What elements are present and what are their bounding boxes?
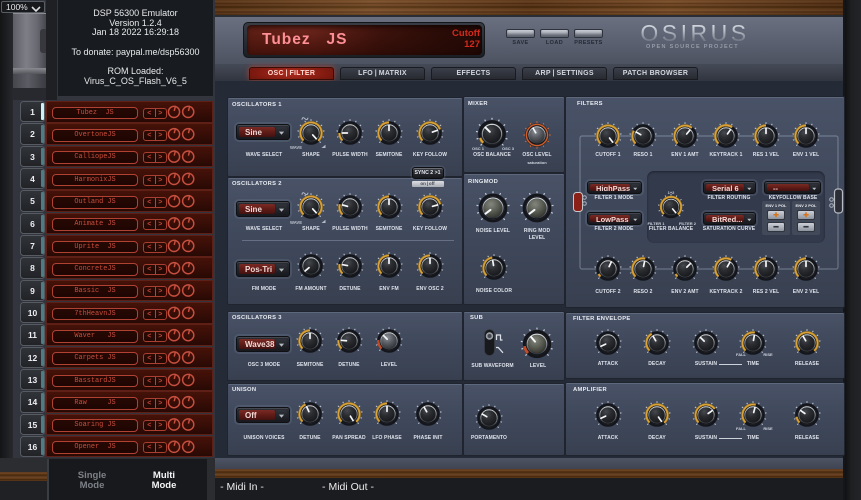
svg-text:WAVE: WAVE bbox=[290, 220, 302, 225]
svg-text:WAVE: WAVE bbox=[290, 145, 302, 150]
